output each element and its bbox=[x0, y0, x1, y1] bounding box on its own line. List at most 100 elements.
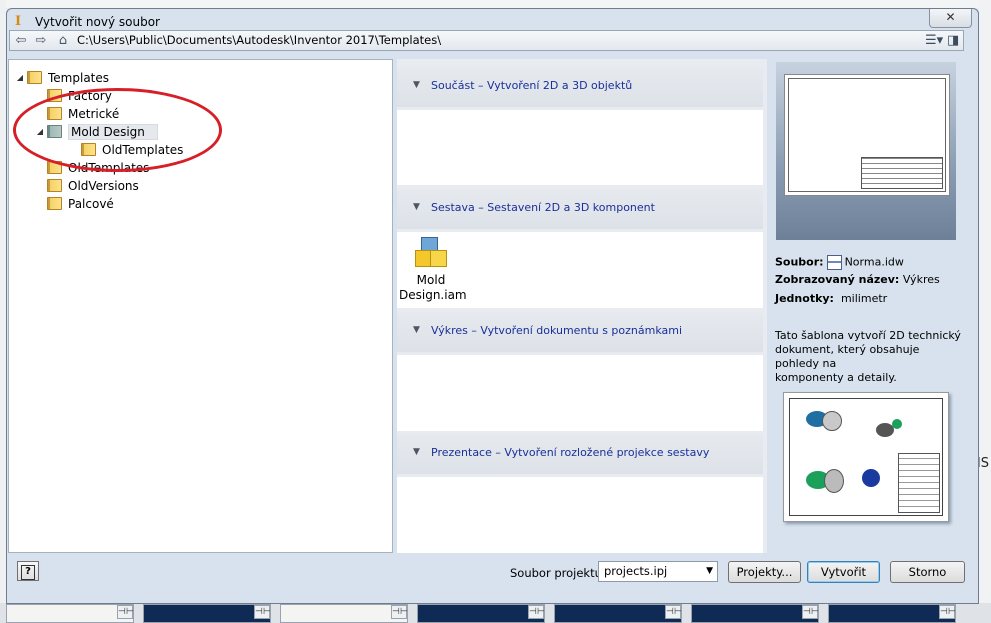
collapse-triangle-icon[interactable]: ▼ bbox=[413, 325, 420, 335]
background-thumbnail[interactable] bbox=[828, 604, 956, 623]
create-button[interactable]: Vytvořit bbox=[807, 561, 880, 583]
preview-file-row: Soubor: Norma.idw bbox=[775, 255, 904, 270]
preview-units-row: Jednotky: milimetr bbox=[775, 292, 887, 305]
category-body-part bbox=[397, 110, 763, 185]
address-path[interactable]: C:\Users\Public\Documents\Autodesk\Inven… bbox=[77, 33, 441, 47]
category-label[interactable]: Prezentace – Vytvoření rozložené projekc… bbox=[431, 446, 709, 459]
category-label[interactable]: Sestava – Sestavení 2D a 3D komponent bbox=[431, 201, 655, 214]
collapse-arrow-icon[interactable]: ◢ bbox=[33, 123, 47, 141]
units-label: Jednotky: bbox=[775, 292, 834, 305]
tree-item-palcove[interactable]: Palcové bbox=[47, 195, 114, 213]
category-header-drawing[interactable]: ▼ Výkres – Vytvoření dokumentu s poznámk… bbox=[397, 312, 763, 352]
tree-item-label: Mold Design bbox=[68, 124, 158, 140]
project-file-value: projects.ipj bbox=[604, 564, 668, 578]
preview-pane: Soubor: Norma.idw Zobrazovaný název: Výkr… bbox=[772, 59, 966, 553]
description-line: dokument, který obsahuje pohledy na bbox=[775, 343, 920, 370]
category-body-assembly: Mold Design.iam bbox=[397, 232, 763, 308]
list-view-icon[interactable]: ☰▾ bbox=[925, 32, 943, 49]
tree-item-oldversions[interactable]: OldVersions bbox=[47, 177, 139, 195]
tree-item-label: OldTemplates bbox=[102, 143, 184, 157]
tree-item-label: Palcové bbox=[68, 197, 114, 211]
units-value: milimetr bbox=[840, 292, 888, 305]
tree-item-metricke[interactable]: Metrické bbox=[47, 105, 119, 123]
tree-item-label: Factory bbox=[68, 89, 112, 103]
folder-icon bbox=[47, 161, 62, 174]
category-body-presentation bbox=[397, 477, 763, 553]
tree-item-label: Metrické bbox=[68, 107, 120, 121]
background-thumbnail[interactable] bbox=[417, 604, 545, 623]
tree-item-oldtemplates-child[interactable]: OldTemplates bbox=[81, 141, 183, 159]
project-file-select[interactable]: projects.ipj ▼ bbox=[598, 561, 718, 582]
category-header-assembly[interactable]: ▼ Sestava – Sestavení 2D a 3D komponent bbox=[397, 189, 763, 229]
background-thumbnail[interactable] bbox=[143, 604, 271, 623]
description-line: Tato šablona vytvoří 2D technický bbox=[775, 329, 961, 342]
tree-item-label: OldVersions bbox=[68, 179, 139, 193]
file-label: Soubor: bbox=[775, 255, 824, 269]
collapse-arrow-icon[interactable]: ◢ bbox=[13, 69, 27, 87]
chevron-down-icon[interactable]: ▼ bbox=[706, 562, 713, 581]
home-icon[interactable]: ⌂ bbox=[54, 32, 72, 49]
cancel-button[interactable]: Storno bbox=[890, 561, 965, 583]
category-header-presentation[interactable]: ▼ Prezentace – Vytvoření rozložené proje… bbox=[397, 434, 763, 474]
projects-button[interactable]: Projekty... bbox=[728, 561, 801, 583]
pin-icon[interactable]: ⊣⊢ bbox=[391, 605, 408, 619]
folder-icon bbox=[47, 179, 62, 192]
collapse-triangle-icon[interactable]: ▼ bbox=[413, 80, 420, 90]
category-label[interactable]: Součást – Vytvoření 2D a 3D objektů bbox=[431, 79, 632, 92]
folder-icon bbox=[47, 107, 62, 120]
pin-icon[interactable]: ⊣⊢ bbox=[528, 605, 545, 619]
tree-item-label: Templates bbox=[48, 71, 110, 85]
background-app-top bbox=[0, 0, 991, 8]
close-button[interactable]: ✕ bbox=[929, 9, 972, 28]
folder-icon bbox=[47, 125, 62, 138]
display-name-value: Výkres bbox=[902, 273, 940, 286]
category-header-part[interactable]: ▼ Součást – Vytvoření 2D a 3D objektů bbox=[397, 67, 763, 107]
display-name-label: Zobrazovaný název: bbox=[775, 273, 900, 286]
template-description: Tato šablona vytvoří 2D technický dokume… bbox=[775, 329, 963, 385]
background-app-right: IS bbox=[977, 0, 991, 603]
template-category-pane: ▼ Součást – Vytvoření 2D a 3D objektů ▼ … bbox=[397, 59, 767, 553]
folder-icon bbox=[27, 71, 42, 84]
file-value: Norma.idw bbox=[844, 255, 904, 269]
assembly-file-icon bbox=[414, 236, 448, 270]
folder-icon bbox=[47, 197, 62, 210]
background-thumbnail[interactable] bbox=[280, 604, 408, 623]
background-thumbnail[interactable] bbox=[6, 604, 134, 623]
background-thumbnail[interactable] bbox=[554, 604, 682, 623]
help-button[interactable]: ? bbox=[17, 561, 39, 581]
help-icon: ? bbox=[21, 565, 35, 580]
pin-icon[interactable]: ⊣⊢ bbox=[117, 605, 134, 619]
pin-icon[interactable]: ⊣⊢ bbox=[254, 605, 271, 619]
tree-item-templates[interactable]: ◢ Templates bbox=[13, 69, 109, 87]
address-bar: ⇦ ⇨ ⌂ C:\Users\Public\Documents\Autodesk… bbox=[9, 30, 964, 51]
template-file-mold-design-iam[interactable]: Mold Design.iam bbox=[399, 236, 467, 303]
pin-icon[interactable]: ⊣⊢ bbox=[802, 605, 819, 619]
category-label[interactable]: Výkres – Vytvoření dokumentu s poznámkam… bbox=[431, 324, 682, 337]
category-body-drawing bbox=[397, 355, 763, 431]
pin-icon[interactable]: ⊣⊢ bbox=[665, 605, 682, 619]
folder-icon bbox=[81, 143, 96, 156]
drawing-preview-thumbnail bbox=[783, 392, 949, 522]
dialog-title: Vytvořit nový soubor bbox=[35, 15, 160, 29]
tree-item-oldtemplates[interactable]: OldTemplates bbox=[47, 159, 149, 177]
folder-icon bbox=[47, 89, 62, 102]
drawing-file-icon bbox=[826, 255, 842, 270]
back-arrow-icon[interactable]: ⇦ bbox=[12, 32, 30, 49]
collapse-triangle-icon[interactable]: ▼ bbox=[413, 447, 420, 457]
description-line: komponenty a detaily. bbox=[775, 371, 897, 384]
tree-item-mold-design[interactable]: ◢ Mold Design bbox=[33, 123, 158, 141]
pin-icon[interactable]: ⊣⊢ bbox=[939, 605, 956, 619]
folder-tree: ◢ Templates Factory Metrické ◢ Mold Design… bbox=[8, 59, 393, 553]
preview-display-name-row: Zobrazovaný název: Výkres bbox=[775, 273, 940, 286]
tree-item-factory[interactable]: Factory bbox=[47, 87, 112, 105]
file-name-line2: Design.iam bbox=[399, 288, 467, 302]
forward-arrow-icon[interactable]: ⇨ bbox=[32, 32, 50, 49]
preview-pane-icon[interactable]: ◨ bbox=[947, 32, 959, 49]
inventor-app-icon: I bbox=[15, 14, 22, 29]
template-preview-image bbox=[776, 62, 956, 240]
tree-item-label: OldTemplates bbox=[68, 161, 150, 175]
collapse-triangle-icon[interactable]: ▼ bbox=[413, 202, 420, 212]
project-file-label: Soubor projektu: bbox=[510, 566, 606, 580]
file-name-line1: Mold bbox=[416, 273, 446, 287]
background-thumbnail[interactable] bbox=[691, 604, 819, 623]
